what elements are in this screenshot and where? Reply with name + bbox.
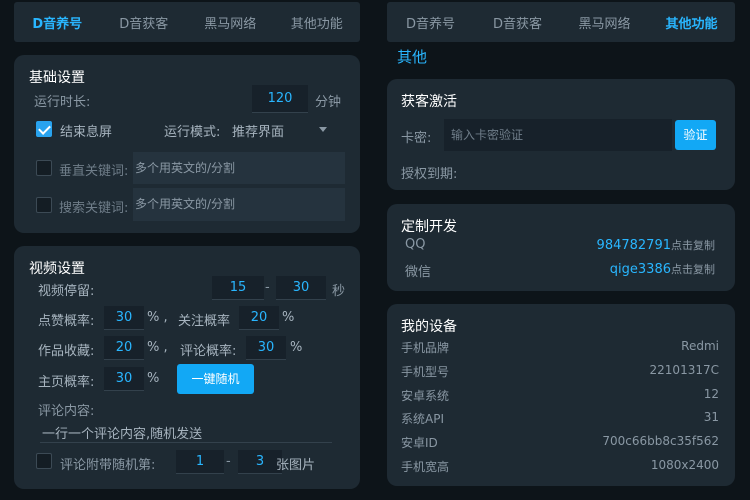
tab-d-yinyanghao[interactable]: D音养号 [387,13,474,32]
tab-d-yinhuoke[interactable]: D音获客 [101,13,188,32]
android-version-value: 12 [703,387,719,401]
screen-size-label: 手机宽高 [401,460,450,474]
comment-input[interactable]: 30 [246,336,286,360]
dash: - [265,280,270,295]
attach-unit: 张图片 [276,458,316,473]
screen-size-value: 1080x2400 [650,458,719,472]
run-mode-label: 运行模式: [164,125,221,140]
right-tab-bar: D音养号 D音获客 黑马网络 其他功能 [387,2,735,42]
video-stay-min-input[interactable]: 15 [212,276,264,300]
device-brand-value: Redmi [681,339,719,353]
tab-d-yinhuoke[interactable]: D音获客 [474,13,561,32]
search-keyword-label: 搜索关键词: [59,201,129,216]
key-input[interactable]: 输入卡密验证 [444,119,672,151]
system-api-label: 系统API [401,412,444,426]
vertical-keyword-input[interactable]: 多个用英文的/分割 [133,152,345,184]
android-id-label: 安卓ID [401,436,438,450]
device-title: 我的设备 [401,319,457,335]
wechat-copy-hint: 点击复制 [671,263,715,276]
video-stay-max-input[interactable]: 30 [276,276,326,300]
comment-content-label: 评论内容: [38,404,95,419]
android-version-label: 安卓系统 [401,389,450,403]
home-label: 主页概率: [38,375,95,390]
follow-input[interactable]: 20 [239,306,279,330]
device-card: 我的设备 手机品牌 Redmi 手机型号 22101317C 安卓系统 12 系… [387,304,735,486]
other-section-title: 其他 [397,48,428,66]
wechat-copy-link[interactable]: qige3386点击复制 [610,261,715,277]
comment-label: 评论概率: [180,344,237,359]
qq-copy-link[interactable]: 984782791点击复制 [597,237,715,253]
device-model-value: 22101317C [649,363,719,377]
basic-settings-title: 基础设置 [29,70,85,86]
home-percent: % [147,371,160,386]
attach-image-label: 评论附带随机第: [60,458,156,473]
expiry-label: 授权到期: [401,167,458,182]
vertical-keyword-checkbox[interactable] [36,160,52,176]
run-mode-select[interactable]: 推荐界面 [232,121,284,140]
system-api-value: 31 [703,410,719,424]
android-id-value: 700c66bb8c35f562 [602,434,719,448]
chevron-down-icon[interactable] [319,127,327,132]
wechat-label: 微信 [405,265,432,280]
follow-label: 关注概率 [178,314,231,329]
verify-button[interactable]: 验证 [675,120,716,150]
activation-title: 获客激活 [401,94,457,110]
qq-value: 984782791 [596,238,671,253]
collect-label: 作品收藏: [38,344,95,359]
tab-other-functions[interactable]: 其他功能 [274,13,361,32]
left-tab-bar: D音养号 D音获客 黑马网络 其他功能 [14,2,360,42]
video-stay-label: 视频停留: [38,284,95,299]
custom-dev-title: 定制开发 [401,219,457,235]
video-settings-title: 视频设置 [29,261,85,277]
like-input[interactable]: 30 [104,306,144,330]
home-input[interactable]: 30 [104,367,144,391]
video-stay-unit: 秒 [332,284,346,299]
tab-other-functions[interactable]: 其他功能 [648,13,735,32]
follow-percent: % [282,310,295,325]
run-time-label: 运行时长: [34,95,91,110]
end-screen-checkbox[interactable] [36,121,52,137]
end-screen-label: 结束息屏 [60,125,113,140]
run-time-input[interactable]: 120 [252,85,308,113]
search-keyword-input[interactable]: 多个用英文的/分割 [133,188,345,221]
video-settings-card: 视频设置 视频停留: 15 - 30 秒 点赞概率: 30 % , 关注概率 2… [14,246,360,489]
custom-dev-card: 定制开发 QQ 984782791点击复制 微信 qige3386点击复制 [387,204,735,291]
vertical-keyword-label: 垂直关键词: [59,164,129,179]
collect-percent: % , [147,340,168,355]
basic-settings-card: 基础设置 运行时长: 120 分钟 结束息屏 运行模式: 推荐界面 垂直关键词:… [14,55,360,233]
collect-input[interactable]: 20 [104,336,144,360]
attach-image-checkbox[interactable] [36,453,52,469]
like-percent: % , [147,310,168,325]
wechat-value: qige3386 [609,262,671,277]
key-label: 卡密: [401,131,432,146]
tab-heima-network[interactable]: 黑马网络 [561,13,648,32]
device-brand-label: 手机品牌 [401,341,450,355]
tab-d-yinyanghao[interactable]: D音养号 [14,13,101,32]
comment-percent: % [290,340,303,355]
activation-card: 获客激活 卡密: 输入卡密验证 验证 授权到期: [387,79,735,190]
qq-copy-hint: 点击复制 [671,239,715,252]
comment-content-underline [40,442,332,443]
attach-min-input[interactable]: 1 [176,450,224,474]
random-button[interactable]: 一键随机 [177,364,254,394]
run-time-unit: 分钟 [315,95,342,110]
device-model-label: 手机型号 [401,365,450,379]
dash: - [226,454,231,469]
like-label: 点赞概率: [38,314,95,329]
tab-heima-network[interactable]: 黑马网络 [187,13,274,32]
comment-content-input[interactable]: 一行一个评论内容,随机发送 [42,423,202,442]
qq-label: QQ [405,237,426,252]
search-keyword-checkbox[interactable] [36,197,52,213]
